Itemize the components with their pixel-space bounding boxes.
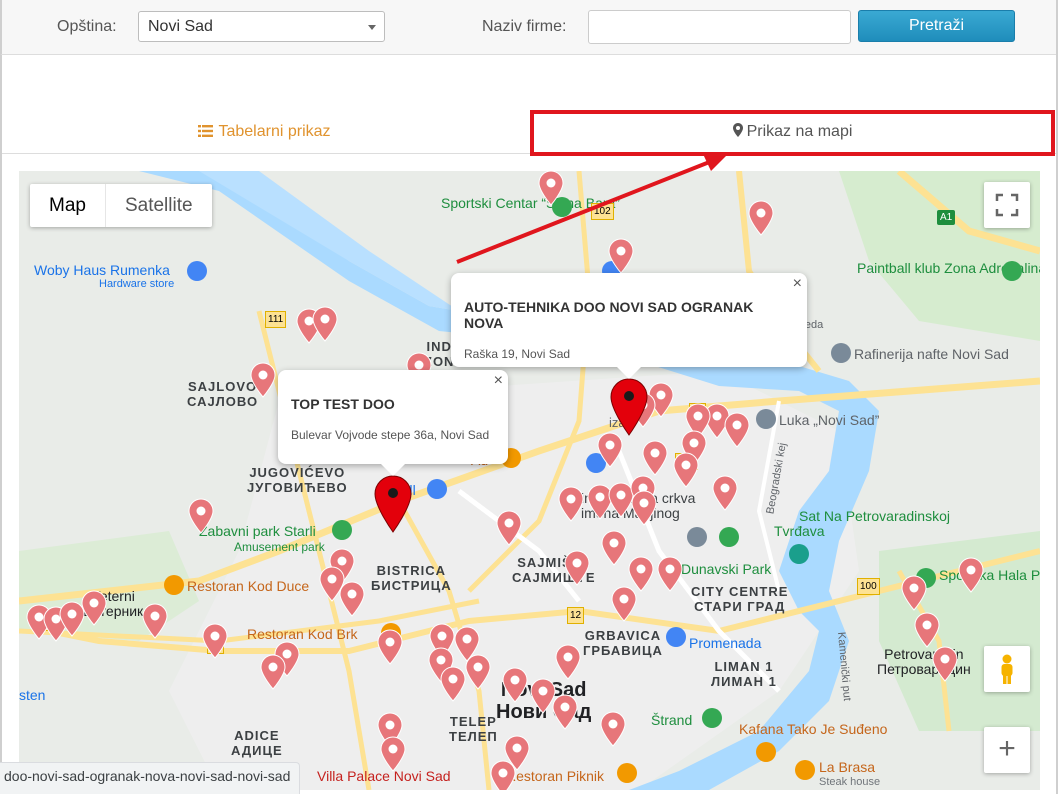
annotation-arrow-layer (456, 154, 726, 264)
annotation-arrow (456, 159, 713, 264)
status-bar-url: doo-novi-sad-ogranak-nova-novi-sad-novi-… (0, 762, 301, 794)
